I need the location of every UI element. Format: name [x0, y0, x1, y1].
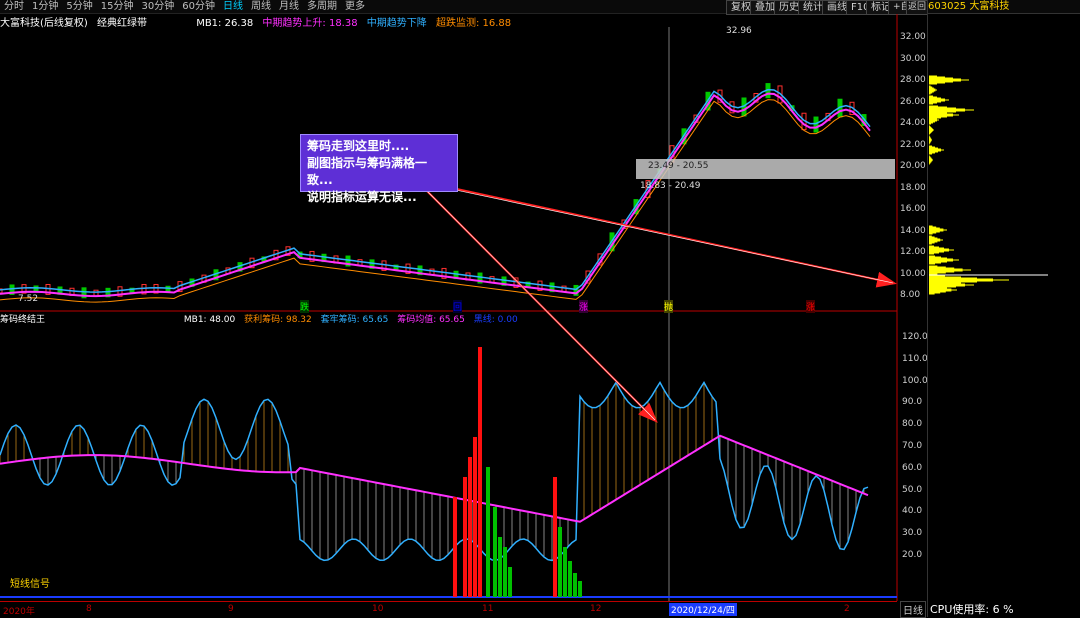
sub-tick: 20.0 [902, 550, 923, 560]
sub-tick: 50.0 [902, 484, 923, 495]
date-label: 12 [590, 604, 602, 614]
chip-label-upper: 23.49 - 20.55 [648, 161, 709, 171]
date-label: 2 [844, 604, 850, 614]
period-switch-button[interactable]: 日线 [900, 601, 926, 618]
volume-bar [578, 581, 582, 597]
volume-bar [486, 467, 490, 597]
price-tick: 22.00 [900, 139, 926, 150]
sub-mb1: MB1: 48.00 [183, 315, 236, 325]
profit-chips: 获利筹码: 98.32 [244, 315, 312, 325]
volume-bar [563, 547, 567, 597]
sub-tick: 40.0 [902, 506, 923, 517]
chip-histogram [929, 75, 1048, 295]
chip-average: 筹码均值: 65.65 [397, 315, 465, 325]
sub-tick: 100.0 [902, 375, 928, 386]
price-tick: 28.00 [900, 75, 926, 85]
low-price-label: 7.52 [18, 294, 39, 304]
short-signal-label: 短线信号 [10, 579, 50, 590]
black-line: 黑线: 0.00 [473, 315, 518, 325]
high-price-label: 32.96 [726, 26, 752, 36]
sub-tick: 90.0 [902, 397, 923, 408]
sub-indicator-pane [0, 347, 869, 597]
date-label: 10 [372, 604, 384, 614]
chart-canvas [0, 14, 898, 601]
annotation-arrow-right-edge [417, 181, 894, 284]
volume-bar [493, 507, 497, 597]
volume-bar [498, 537, 502, 597]
price-tick: 20.00 [900, 161, 926, 171]
trapped-chips: 套牢筹码: 65.65 [320, 315, 389, 325]
price-tick: 10.00 [900, 268, 926, 279]
volume-bar [453, 497, 457, 597]
price-tick: 14.00 [900, 225, 926, 236]
price-tick: 30.00 [900, 53, 926, 64]
date-axis: 2020年 8 9 10 11 12 2020/12/24/四 2 [0, 601, 897, 618]
volume-bar [503, 547, 507, 597]
sub-indicator-line: 筹码终结王 MB1: 48.00 获利筹码: 98.32 套牢筹码: 65.65… [0, 312, 897, 325]
annotation-line-1: 筹码走到这里时.... [307, 139, 410, 153]
price-tick: 8.00 [900, 290, 921, 300]
date-label: 8 [86, 604, 92, 614]
chip-label-lower: 18.83 - 20.49 [640, 181, 701, 191]
volume-bar [573, 573, 577, 597]
volume-bar [508, 567, 512, 597]
sub-tick: 110.0 [902, 353, 928, 364]
date-label: 9 [228, 604, 234, 614]
sub-tick: 30.0 [902, 528, 923, 539]
chip-average-line [0, 434, 869, 523]
annotation-line-2: 副图指示与筹码满格一致... [307, 156, 428, 187]
volume-bar [468, 457, 472, 597]
candle [813, 116, 819, 133]
sub-tick: 120.0 [902, 332, 928, 342]
sub-tick: 60.0 [902, 462, 923, 473]
sub-indicator-name[interactable]: 筹码终结王 [0, 315, 45, 325]
volume-bar [553, 477, 557, 597]
candle [33, 285, 39, 293]
sub-tick: 70.0 [902, 441, 923, 451]
volume-bar [463, 477, 467, 597]
price-tick: 26.00 [900, 96, 926, 107]
price-tick: 24.00 [900, 118, 926, 128]
chip-distribution-panel: 603025 大富科技 [927, 0, 1080, 617]
volume-bar [478, 347, 482, 597]
date-label: 11 [482, 604, 494, 614]
sub-tick: 80.0 [902, 419, 923, 430]
volume-bar [473, 437, 477, 597]
price-tick: 16.00 [900, 204, 926, 214]
price-tick: 12.00 [900, 247, 926, 257]
annotation-line-3: 说明指标运算无误... [307, 190, 417, 204]
date-label: 2020年 [3, 607, 35, 617]
price-tick: 18.00 [900, 182, 926, 193]
cpu-usage: CPU使用率: 6 % [930, 603, 1014, 616]
price-tick: 32.00 [900, 32, 926, 42]
chip-oscillator-line [0, 380, 869, 562]
volume-bar [558, 527, 562, 597]
crosshair-date: 2020/12/24/四 [669, 603, 737, 616]
volume-bar [568, 561, 572, 597]
annotation-box: 筹码走到这里时.... 副图指示与筹码满格一致... 说明指标运算无误... [300, 134, 458, 204]
